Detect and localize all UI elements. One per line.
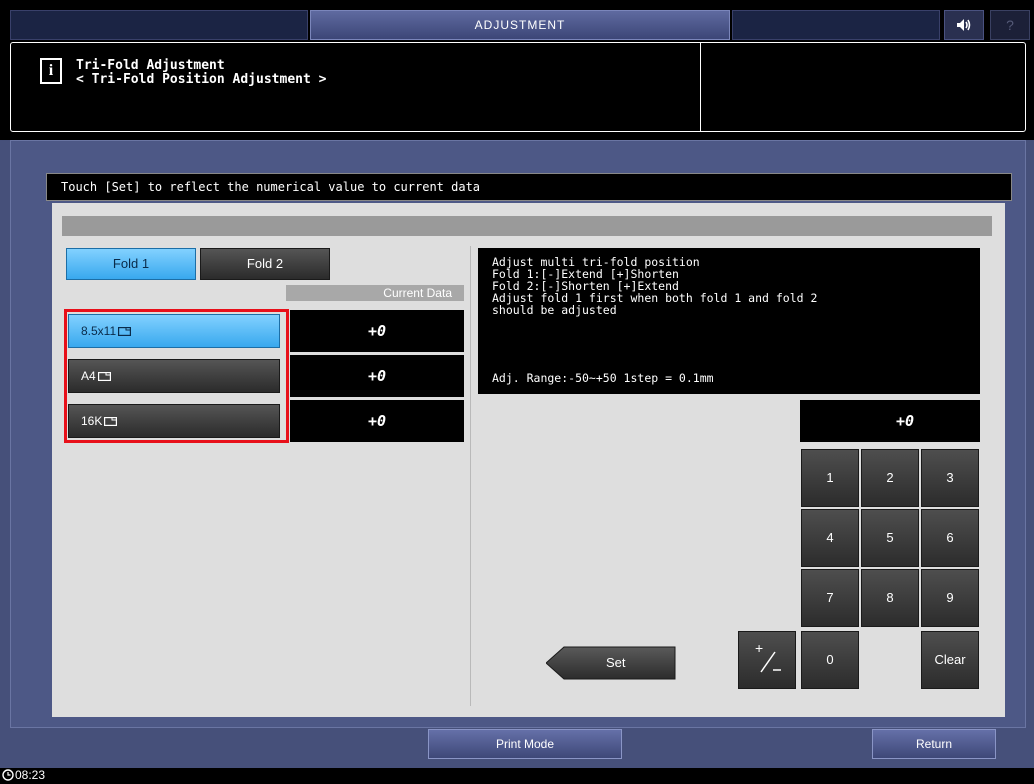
help-button[interactable]: ? [990,10,1030,40]
plus-minus-button[interactable]: + [738,631,796,689]
keypad-2-button[interactable]: 2 [861,449,919,507]
set-button-label: Set [606,655,626,670]
keypad-4-button[interactable]: 4 [801,509,859,567]
screen-header [10,42,1026,132]
panel-divider [470,246,471,706]
header-divider [700,42,701,132]
keypad-0-button[interactable]: 0 [801,631,859,689]
tab-fold-1[interactable]: Fold 1 [66,248,196,280]
sound-button[interactable] [944,10,984,40]
adjustment-range-text: Adj. Range:-50~+50 1step = 0.1mm [492,371,714,385]
return-button[interactable]: Return [872,729,996,759]
numeric-input-display: +0 [800,400,980,442]
highlight-selection-box [64,309,289,443]
clock-icon [2,769,14,781]
keypad-6-button[interactable]: 6 [921,509,979,567]
tab-fold-2[interactable]: Fold 2 [200,248,330,280]
keypad-7-button[interactable]: 7 [801,569,859,627]
speaker-icon [957,19,971,31]
print-mode-button[interactable]: Print Mode [428,729,622,759]
keypad-1-button[interactable]: 1 [801,449,859,507]
current-data-value: +0 [290,310,464,352]
mode-tab-adjustment: ADJUSTMENT [310,10,730,40]
current-data-header: Current Data [286,285,464,301]
page-title: Tri-Fold Adjustment [76,58,225,73]
keypad-3-button[interactable]: 3 [921,449,979,507]
set-button[interactable]: Set [546,646,676,680]
clock: 08:23 [2,768,45,782]
page-subtitle: < Tri-Fold Position Adjustment > [76,72,327,87]
status-strip [62,216,992,236]
slash-icon [760,651,781,673]
clock-time: 08:23 [15,768,46,782]
keypad-9-button[interactable]: 9 [921,569,979,627]
keypad-8-button[interactable]: 8 [861,569,919,627]
top-bar-left-segment [10,10,308,40]
current-data-value: +0 [290,400,464,442]
info-icon[interactable]: i [40,58,62,84]
top-bar-right-segment [732,10,940,40]
keypad-5-button[interactable]: 5 [861,509,919,567]
current-data-value: +0 [290,355,464,397]
clear-button[interactable]: Clear [921,631,979,689]
instruction-message: Touch [Set] to reflect the numerical val… [46,173,1012,201]
